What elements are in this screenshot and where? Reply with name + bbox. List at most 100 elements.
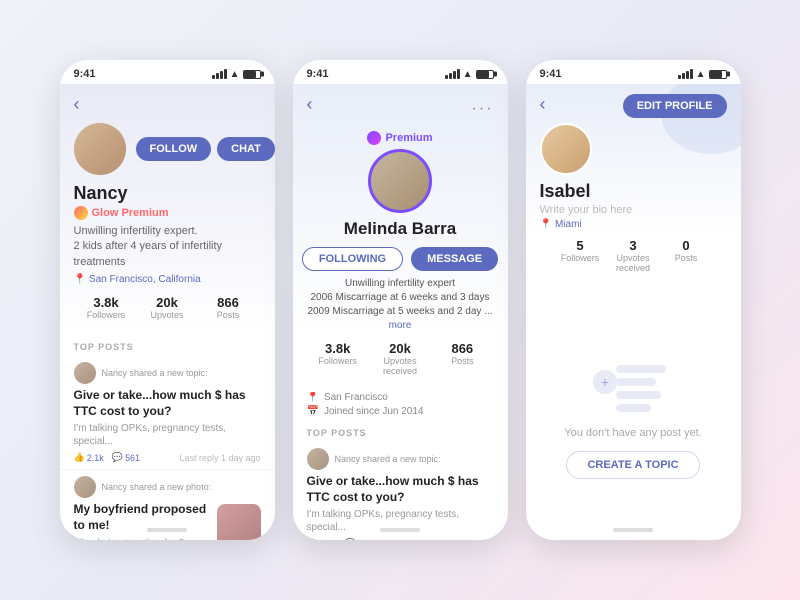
back-button-1[interactable]: ‹ bbox=[74, 94, 261, 115]
melinda-post1-lastReply: Last reply 1 day ago bbox=[412, 539, 493, 540]
back-button-3[interactable]: ‹ bbox=[540, 94, 546, 115]
premium-badge: Premium bbox=[307, 131, 494, 145]
status-bar-1: 9:41 ▲ bbox=[60, 60, 275, 84]
plus-icon: + bbox=[593, 370, 617, 394]
wifi-icon-2: ▲ bbox=[463, 69, 473, 80]
battery-icon-2 bbox=[476, 70, 494, 79]
scroll-indicator-3 bbox=[613, 528, 653, 532]
nancy-stat-followers: 3.8k Followers bbox=[76, 295, 137, 320]
isabel-location-text: Miami bbox=[555, 219, 582, 230]
isabel-location: 📍 Miami bbox=[540, 219, 727, 230]
nancy-action-buttons: FOLLOW CHAT ▾ bbox=[136, 137, 275, 161]
status-icons-3: ▲ bbox=[678, 69, 727, 80]
nancy-posts-label: Posts bbox=[198, 310, 259, 320]
glow-icon bbox=[74, 206, 88, 220]
isabel-header: ‹ EDIT PROFILE Isabel Write your bio her… bbox=[526, 84, 741, 295]
melinda-header: ‹ ··· Premium Melinda Barra FOLLOWING ME… bbox=[293, 84, 508, 392]
nancy-post1-snippet: I'm talking OPKs, pregnancy tests, speci… bbox=[74, 422, 261, 448]
isabel-bio-placeholder[interactable]: Write your bio here bbox=[540, 204, 727, 216]
nancy-stat-posts: 866 Posts bbox=[198, 295, 259, 320]
nancy-post2-snippet: After being together for 2 years he fina… bbox=[74, 537, 209, 540]
nancy-posts-num: 866 bbox=[198, 295, 259, 310]
melinda-post1-shared: Nancy shared a new topic: bbox=[335, 454, 441, 464]
melinda-post1-title: Give or take...how much $ has TTC cost t… bbox=[307, 474, 494, 505]
isabel-stats: 5 Followers 3 Upvotes received 0 Posts bbox=[540, 230, 727, 281]
nancy-name: Nancy bbox=[74, 183, 261, 204]
wifi-icon-3: ▲ bbox=[696, 69, 706, 80]
phone-nancy: 9:41 ▲ ‹ FOLLOW CHAT bbox=[60, 60, 275, 540]
melinda-actions: FOLLOWING MESSAGE bbox=[307, 247, 494, 271]
nancy-stat-upvotes: 20k Upvotes bbox=[137, 295, 198, 320]
phones-container: 9:41 ▲ ‹ FOLLOW CHAT bbox=[40, 40, 761, 560]
premium-icon bbox=[367, 131, 381, 145]
nancy-post1-avatar bbox=[74, 362, 96, 384]
nancy-followers-num: 3.8k bbox=[76, 295, 137, 310]
nancy-top-posts-title: TOP POSTS bbox=[60, 334, 275, 356]
nancy-location-text: San Francisco, California bbox=[89, 274, 201, 285]
time-2: 9:41 bbox=[307, 68, 329, 80]
nancy-post2-shared: Nancy shared a new photo: bbox=[102, 482, 212, 492]
nancy-upvotes-num: 20k bbox=[137, 295, 198, 310]
nancy-post1-footer: 👍 2.1k 💬 561 Last reply 1 day ago bbox=[74, 452, 261, 463]
phone-melinda: 9:41 ▲ ‹ ··· Premium bbox=[293, 60, 508, 540]
battery-icon-1 bbox=[243, 70, 261, 79]
melinda-stat-upvotes: 20k Upvotes received bbox=[369, 341, 431, 376]
nancy-upvotes-label: Upvotes bbox=[137, 310, 198, 320]
melinda-meta: 📍 San Francisco 📅 Joined since Jun 2014 bbox=[293, 392, 508, 420]
phone-isabel: 9:41 ▲ ‹ EDIT PROFILE Isabel bbox=[526, 60, 741, 540]
melinda-name: Melinda Barra bbox=[307, 219, 494, 239]
nancy-post1-lastReply: Last reply 1 day ago bbox=[179, 453, 260, 463]
melinda-stat-followers: 3.8k Followers bbox=[307, 341, 369, 376]
nancy-location: 📍 San Francisco, California bbox=[74, 274, 261, 285]
melinda-top-posts-title: TOP POSTS bbox=[293, 420, 508, 442]
melinda-stat-posts: 866 Posts bbox=[431, 341, 493, 376]
nancy-post1-comments: 💬 561 bbox=[112, 452, 140, 463]
location-pin-icon-3: 📍 bbox=[540, 219, 552, 230]
melinda-avatar bbox=[368, 149, 432, 213]
melinda-post1-likes: 👍 2.1k bbox=[307, 538, 337, 540]
create-topic-button[interactable]: CREATE A TOPIC bbox=[566, 451, 699, 479]
time-1: 9:41 bbox=[74, 68, 96, 80]
isabel-stat-followers: 5 Followers bbox=[554, 238, 607, 273]
isabel-avatar bbox=[540, 123, 592, 175]
melinda-post-1[interactable]: Nancy shared a new topic: Give or take..… bbox=[293, 442, 508, 540]
nancy-post1-likes: 👍 2.1k bbox=[74, 452, 104, 463]
nancy-post2-content: My boyfriend proposed to me! After being… bbox=[74, 502, 261, 540]
back-button-2[interactable]: ‹ bbox=[307, 94, 313, 115]
nancy-post2-title: My boyfriend proposed to me! bbox=[74, 502, 209, 533]
scroll-indicator-1 bbox=[147, 528, 187, 532]
scroll-indicator-2 bbox=[380, 528, 420, 532]
nancy-stats: 3.8k Followers 20k Upvotes 866 Posts bbox=[74, 295, 261, 320]
follow-button[interactable]: FOLLOW bbox=[136, 137, 212, 161]
time-3: 9:41 bbox=[540, 68, 562, 80]
more-link[interactable]: more bbox=[389, 320, 412, 331]
status-bar-3: 9:41 ▲ bbox=[526, 60, 741, 84]
premium-label: Premium bbox=[385, 132, 432, 144]
following-button[interactable]: FOLLOWING bbox=[302, 247, 403, 271]
isabel-stat-posts: 0 Posts bbox=[660, 238, 713, 273]
nancy-post2-meta: Nancy shared a new photo: bbox=[74, 476, 261, 498]
melinda-location: 📍 San Francisco bbox=[307, 392, 494, 403]
nancy-profile-top: FOLLOW CHAT ▾ bbox=[74, 123, 261, 175]
battery-icon-3 bbox=[709, 70, 727, 79]
edit-profile-button[interactable]: EDIT PROFILE bbox=[623, 94, 727, 118]
isabel-stat-upvotes: 3 Upvotes received bbox=[607, 238, 660, 273]
isabel-name: Isabel bbox=[540, 181, 727, 202]
calendar-icon: 📅 bbox=[307, 406, 319, 417]
nancy-post2-image bbox=[217, 504, 261, 540]
no-posts-message: You don't have any post yet. bbox=[564, 427, 701, 439]
no-posts-illustration: + bbox=[598, 357, 668, 417]
melinda-nav: ‹ ··· bbox=[307, 94, 494, 123]
status-icons-1: ▲ bbox=[212, 69, 261, 80]
chat-button[interactable]: CHAT bbox=[217, 137, 274, 161]
message-button[interactable]: MESSAGE bbox=[411, 247, 498, 271]
nancy-post2-avatar bbox=[74, 476, 96, 498]
more-options-button[interactable]: ··· bbox=[472, 100, 494, 118]
melinda-post1-comments: 💬 561 bbox=[345, 538, 373, 540]
nancy-avatar bbox=[74, 123, 126, 175]
glow-label: Glow Premium bbox=[92, 207, 169, 219]
nancy-header: ‹ FOLLOW CHAT ▾ Nancy Glow Premium Unwil… bbox=[60, 84, 275, 334]
nancy-post-1[interactable]: Nancy shared a new topic: Give or take..… bbox=[60, 356, 275, 470]
location-pin-icon-2: 📍 bbox=[307, 392, 319, 403]
nancy-post1-shared: Nancy shared a new topic: bbox=[102, 368, 208, 378]
